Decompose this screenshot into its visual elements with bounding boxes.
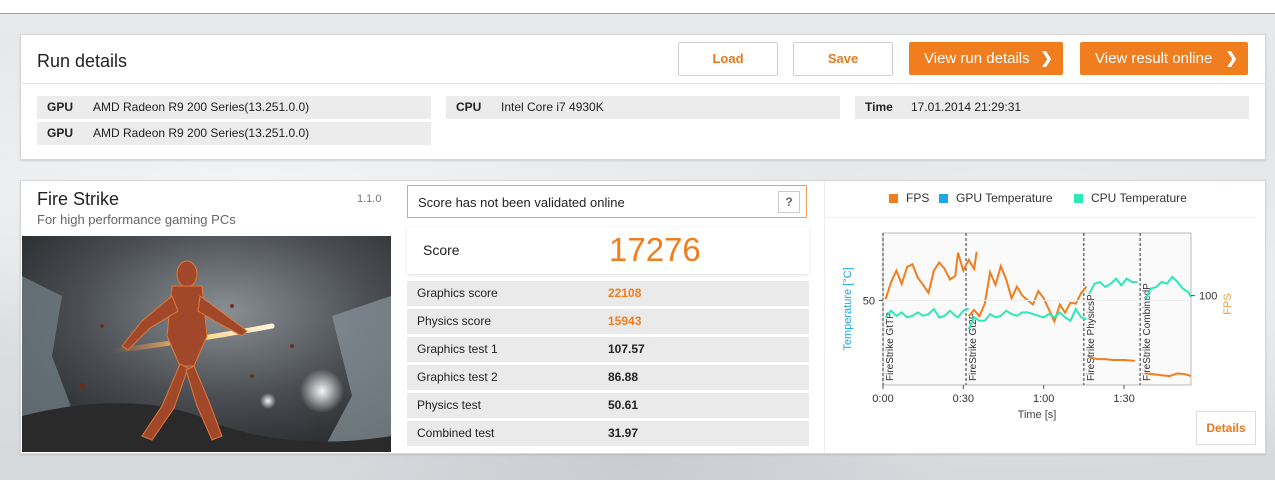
score-row-value: 50.61 [608, 398, 639, 412]
gpu-label: GPU [47, 126, 74, 140]
time-value: 17.01.2014 21:29:31 [911, 100, 1022, 114]
score-row: Graphics test 2 86.88 [407, 365, 809, 390]
view-run-details-label: View run details [924, 50, 1030, 67]
x-tick-label: 0:30 [953, 393, 974, 405]
section-label: FireStrike PhysicsP [1086, 294, 1097, 381]
cpu-row: CPU Intel Core i7 4930K [446, 96, 840, 119]
score-row-label: Graphics score [417, 286, 498, 300]
score-row-label: Combined test [417, 426, 495, 440]
gpu-value: AMD Radeon R9 200 Series(13.251.0.0) [93, 100, 310, 114]
chevron-right-icon: ❯ [1040, 50, 1053, 67]
section-label: FireStrike CombinedP [1142, 283, 1153, 381]
benchmark-version: 1.1.0 [357, 193, 382, 205]
view-result-online-button[interactable]: View result online ❯ [1080, 42, 1248, 75]
benchmark-title: Fire Strike [37, 189, 120, 209]
score-row-label: Physics score [417, 314, 492, 328]
help-button[interactable]: ? [778, 191, 800, 213]
y-right-tick-label: 100 [1199, 291, 1217, 303]
x-tick-label: 1:30 [1113, 393, 1134, 405]
score-row: Graphics score 22108 [407, 281, 809, 306]
score-row: Physics test 50.61 [407, 393, 809, 418]
top-bar [0, 0, 1275, 14]
gpu-row-1: GPU AMD Radeon R9 200 Series(13.251.0.0) [37, 96, 431, 119]
benchmark-subtitle: For high performance gaming PCs [37, 212, 236, 227]
score-row: Physics score 15943 [407, 309, 809, 334]
score-row: Combined test 31.97 [407, 421, 809, 446]
cpu-value: Intel Core i7 4930K [501, 100, 604, 114]
gpu-label: GPU [47, 100, 74, 114]
save-button[interactable]: Save [793, 42, 893, 76]
monitoring-chart-area: FPS GPU Temperature CPU Temperature Fire… [824, 181, 1265, 453]
score-box: Score 17276 [407, 227, 809, 274]
artwork-image [22, 236, 391, 452]
score-row-value: 22108 [608, 286, 642, 300]
view-result-online-label: View result online [1095, 50, 1213, 67]
details-button[interactable]: Details [1196, 411, 1256, 445]
view-run-details-button[interactable]: View run details ❯ [909, 42, 1063, 75]
gpu-value: AMD Radeon R9 200 Series(13.251.0.0) [93, 126, 310, 140]
validation-text: Score has not been validated online [418, 195, 625, 210]
score-row-value: 86.88 [608, 370, 639, 384]
score-row: Graphics test 1 107.57 [407, 337, 809, 362]
fire-strike-panel: Fire Strike For high performance gaming … [20, 180, 1266, 454]
score-value: 17276 [609, 231, 701, 268]
score-row-value: 15943 [608, 314, 642, 328]
time-label: Time [865, 100, 893, 114]
x-tick-label: 0:00 [872, 393, 893, 405]
score-row-label: Graphics test 1 [417, 342, 498, 356]
y-right-axis-label: FPS [1222, 293, 1234, 314]
section-label: FireStrike Gt2P [968, 312, 979, 381]
score-label: Score [423, 242, 460, 258]
y-left-tick-label: 50 [863, 296, 875, 308]
divider [21, 83, 1265, 84]
run-details-panel: Run details Load Save View run details ❯… [20, 34, 1266, 160]
score-row-label: Graphics test 2 [417, 370, 498, 384]
y-left-axis-label: Temperature [°C] [842, 267, 854, 350]
fire-strike-artwork [22, 236, 391, 452]
score-row-value: 31.97 [608, 426, 639, 440]
section-label: FireStrike GtTP [885, 312, 896, 381]
score-row-label: Physics test [417, 398, 482, 412]
load-button[interactable]: Load [678, 42, 778, 76]
x-axis-label: Time [s] [1018, 409, 1057, 421]
run-details-title: Run details [37, 51, 128, 71]
x-tick-label: 1:00 [1033, 393, 1054, 405]
cpu-label: CPU [456, 100, 482, 114]
chevron-right-icon: ❯ [1225, 50, 1238, 67]
validation-notice: Score has not been validated online ? [407, 185, 807, 218]
time-row: Time 17.01.2014 21:29:31 [855, 96, 1249, 119]
gpu-row-2: GPU AMD Radeon R9 200 Series(13.251.0.0) [37, 122, 431, 145]
score-row-value: 107.57 [608, 342, 645, 356]
